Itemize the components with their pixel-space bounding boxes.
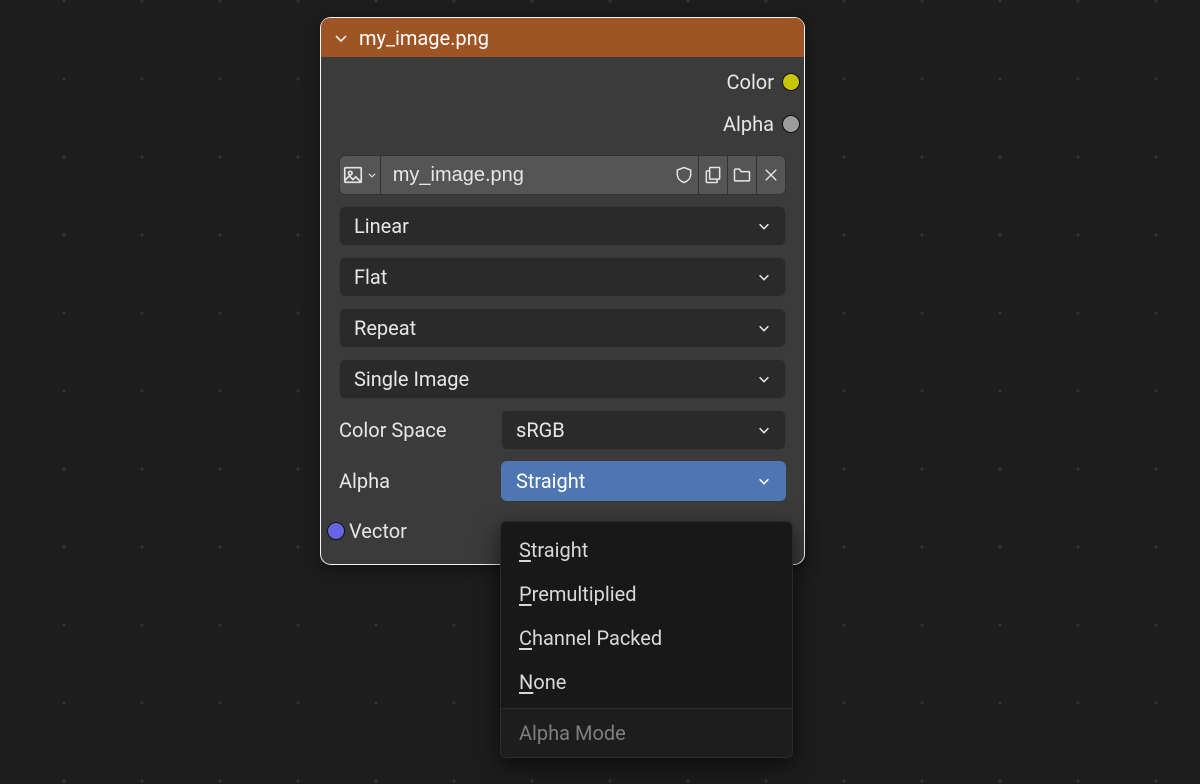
color-space-select[interactable]: sRGB <box>501 410 786 450</box>
image-datablock-row <box>339 155 786 195</box>
dropdown-option-channel-packed[interactable]: Channel Packed <box>501 616 792 660</box>
alpha-mode-dropdown[interactable]: Straight Premultiplied Channel Packed No… <box>500 521 793 758</box>
shield-icon <box>674 164 694 186</box>
socket-vector[interactable] <box>327 522 345 540</box>
open-image-button[interactable] <box>728 155 757 195</box>
color-space-value: sRGB <box>516 418 565 442</box>
extension-value: Repeat <box>354 316 416 340</box>
dropdown-option-none[interactable]: None <box>501 660 792 704</box>
interpolation-select[interactable]: Linear <box>339 206 786 246</box>
input-vector-label: Vector <box>349 519 407 543</box>
folder-icon <box>732 165 752 185</box>
new-image-button[interactable] <box>699 155 728 195</box>
dropdown-option-straight[interactable]: Straight <box>501 528 792 572</box>
chevron-down-icon <box>757 423 771 437</box>
fake-user-button[interactable] <box>670 155 699 195</box>
chevron-down-icon <box>367 170 377 180</box>
node-header[interactable]: my_image.png <box>321 18 804 57</box>
node-outputs: Color Alpha <box>321 57 804 145</box>
node-body: Linear Flat Repeat Single Image Color Sp… <box>321 145 804 564</box>
image-texture-node[interactable]: my_image.png Color Alpha <box>320 17 805 565</box>
color-space-row: Color Space sRGB <box>339 410 786 450</box>
projection-value: Flat <box>354 265 387 289</box>
socket-color[interactable] <box>782 73 800 91</box>
chevron-down-icon <box>757 372 771 386</box>
alpha-mode-label: Alpha <box>339 469 489 493</box>
copy-icon <box>703 164 723 186</box>
chevron-down-icon <box>757 270 771 284</box>
extension-select[interactable]: Repeat <box>339 308 786 348</box>
output-color-label: Color <box>727 70 774 94</box>
chevron-down-icon <box>757 219 771 233</box>
dropdown-option-premultiplied[interactable]: Premultiplied <box>501 572 792 616</box>
chevron-down-icon <box>757 321 771 335</box>
collapse-icon <box>333 30 349 46</box>
output-alpha[interactable]: Alpha <box>337 109 788 139</box>
interpolation-value: Linear <box>354 214 409 238</box>
image-name-field[interactable] <box>381 155 670 195</box>
output-color[interactable]: Color <box>337 67 788 97</box>
alpha-mode-value: Straight <box>516 469 585 493</box>
unlink-image-button[interactable] <box>757 155 786 195</box>
socket-alpha[interactable] <box>782 115 800 133</box>
source-select[interactable]: Single Image <box>339 359 786 399</box>
image-icon <box>342 164 364 186</box>
node-title: my_image.png <box>359 26 489 50</box>
alpha-mode-row: Alpha Straight <box>339 461 786 501</box>
projection-select[interactable]: Flat <box>339 257 786 297</box>
chevron-down-icon <box>757 474 771 488</box>
close-icon <box>762 166 780 184</box>
output-alpha-label: Alpha <box>723 112 774 136</box>
color-space-label: Color Space <box>339 418 489 442</box>
image-browse-button[interactable] <box>339 155 381 195</box>
source-value: Single Image <box>354 367 469 391</box>
dropdown-footer: Alpha Mode <box>501 708 792 757</box>
alpha-mode-select[interactable]: Straight <box>501 461 786 501</box>
